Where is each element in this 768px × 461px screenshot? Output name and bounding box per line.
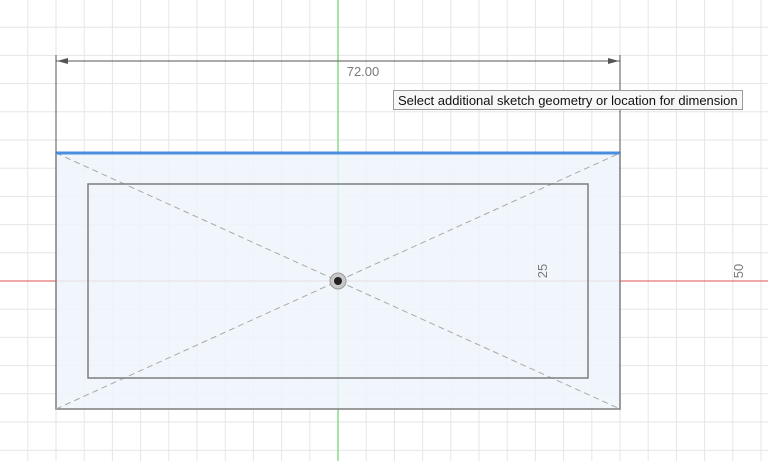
vertical-dimension-label-50[interactable]: 50 — [731, 264, 746, 278]
origin-point-icon[interactable] — [329, 272, 347, 290]
sketch-canvas[interactable]: 72.00 25 50 — [0, 0, 768, 461]
tooltip: Select additional sketch geometry or loc… — [393, 90, 743, 110]
dimension-arrow-left-icon — [57, 58, 68, 64]
dimension-arrow-right-icon — [608, 58, 619, 64]
vertical-dimension-label-25[interactable]: 25 — [535, 264, 550, 278]
horizontal-dimension-value[interactable]: 72.00 — [347, 64, 380, 79]
